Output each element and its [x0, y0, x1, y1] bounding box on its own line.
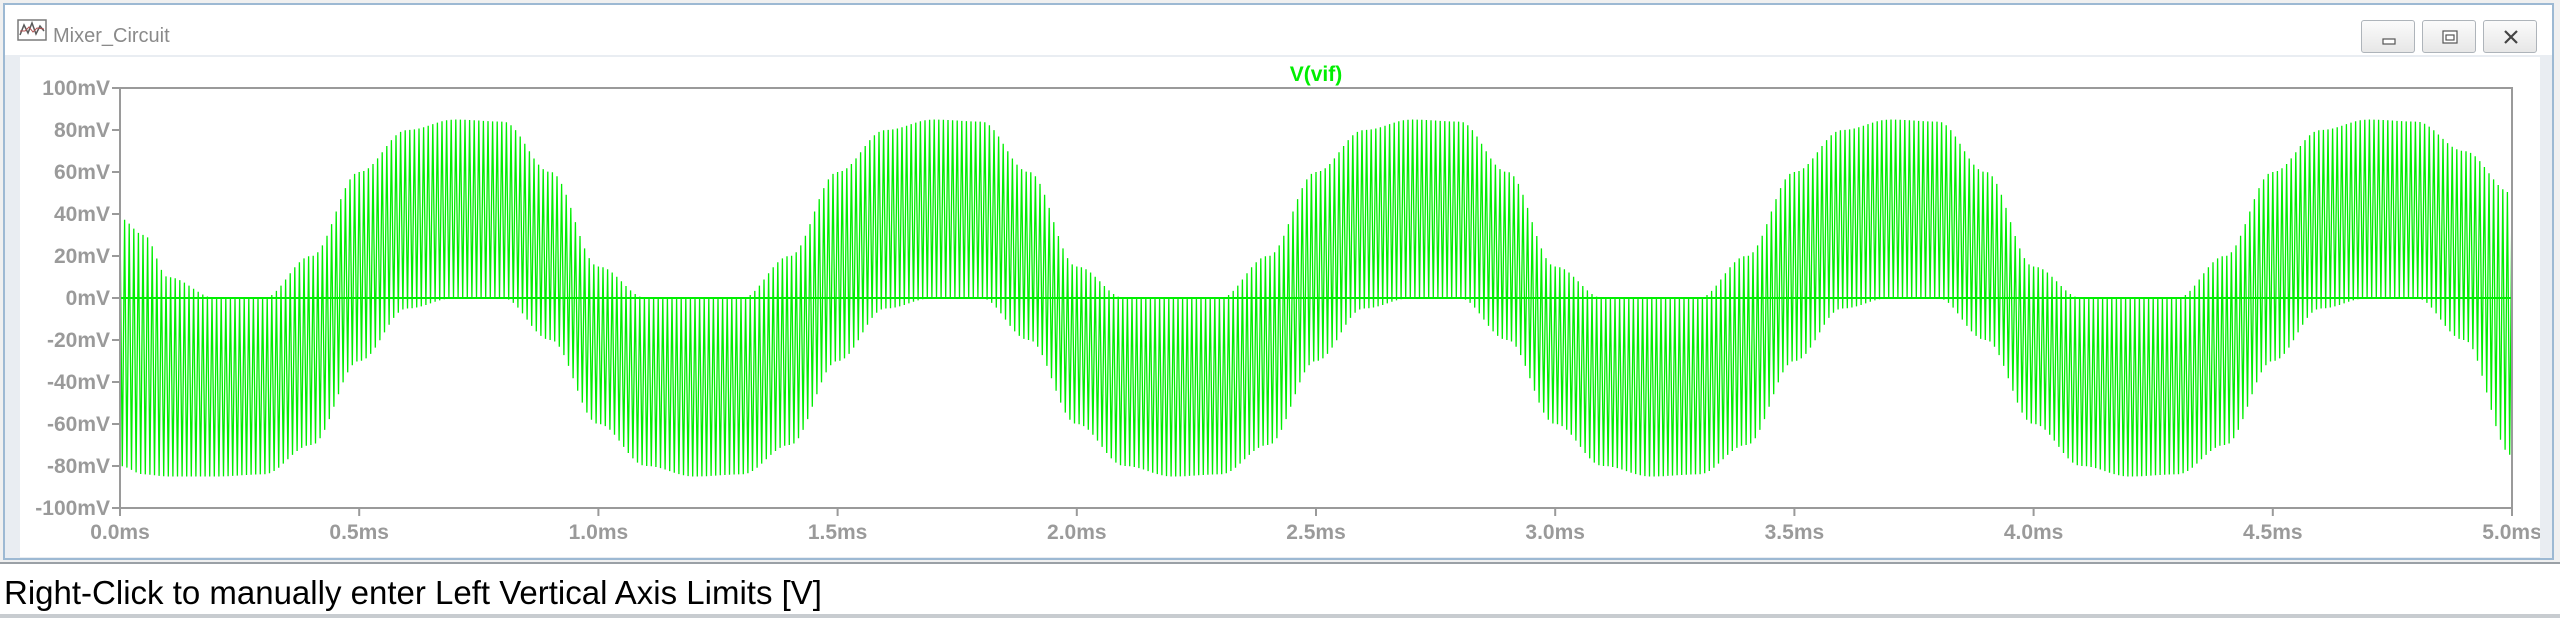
x-tick-label: 2.5ms: [1286, 521, 1346, 544]
app-window: Mixer_Circuit V(vif) 100mV 80mV 60mV 40m…: [0, 0, 2560, 618]
x-tick-label: 3.0ms: [1525, 521, 1585, 544]
minimize-button[interactable]: [2361, 20, 2415, 53]
trace-layer: [119, 119, 2513, 477]
y-tick-label: 40mV: [54, 203, 110, 226]
x-axis[interactable]: 0.0ms 0.5ms 1.0ms 1.5ms 2.0ms 2.5ms 3.0ms 3.5ms…: [90, 508, 2540, 544]
y-tick-label: 80mV: [54, 119, 110, 142]
y-tick-label: 20mV: [54, 245, 110, 268]
x-tick-label: 2.0ms: [1047, 521, 1107, 544]
y-tick-label: -80mV: [47, 455, 110, 478]
y-tick-label: 100mV: [42, 77, 110, 100]
x-tick-label: 3.5ms: [1765, 521, 1825, 544]
maximize-button[interactable]: [2422, 20, 2476, 53]
y-tick-label: -60mV: [47, 413, 110, 436]
x-tick-label: 1.5ms: [808, 521, 868, 544]
plot-window: Mixer_Circuit V(vif) 100mV 80mV 60mV 40m…: [3, 3, 2554, 560]
x-tick-label: 5.0ms: [2482, 521, 2540, 544]
x-tick-label: 4.0ms: [2004, 521, 2064, 544]
x-tick-label: 4.5ms: [2243, 521, 2303, 544]
status-text: Right-Click to manually enter Left Verti…: [4, 574, 822, 611]
y-tick-label: 0mV: [66, 287, 110, 310]
trace-label[interactable]: V(vif): [1290, 63, 1343, 86]
window-titlebar[interactable]: Mixer_Circuit: [5, 5, 2552, 55]
minimize-icon: [2382, 38, 2396, 45]
y-tick-label: 60mV: [54, 161, 110, 184]
window-title: Mixer_Circuit: [53, 25, 170, 47]
y-axis[interactable]: 100mV 80mV 60mV 40mV 20mV 0mV -20mV -40mV -60mV -…: [35, 77, 120, 520]
y-tick-label: -20mV: [47, 329, 110, 352]
close-icon: [2504, 30, 2518, 44]
y-tick-label: -100mV: [35, 497, 110, 520]
close-button[interactable]: [2483, 20, 2537, 53]
waveform-chart[interactable]: V(vif) 100mV 80mV 60mV 40mV 20mV 0mV -20mV -40m…: [20, 57, 2540, 557]
x-tick-label: 1.0ms: [569, 521, 629, 544]
plot-pane[interactable]: V(vif) 100mV 80mV 60mV 40mV 20mV 0mV -20mV -40m…: [20, 57, 2540, 557]
maximize-icon: [2442, 30, 2458, 44]
x-tick-label: 0.0ms: [90, 521, 150, 544]
waveform-app-icon: [17, 19, 47, 41]
x-tick-label: 0.5ms: [329, 521, 389, 544]
y-tick-label: -40mV: [47, 371, 110, 394]
status-bar: Right-Click to manually enter Left Verti…: [0, 562, 2560, 618]
status-divider: [0, 614, 2560, 618]
